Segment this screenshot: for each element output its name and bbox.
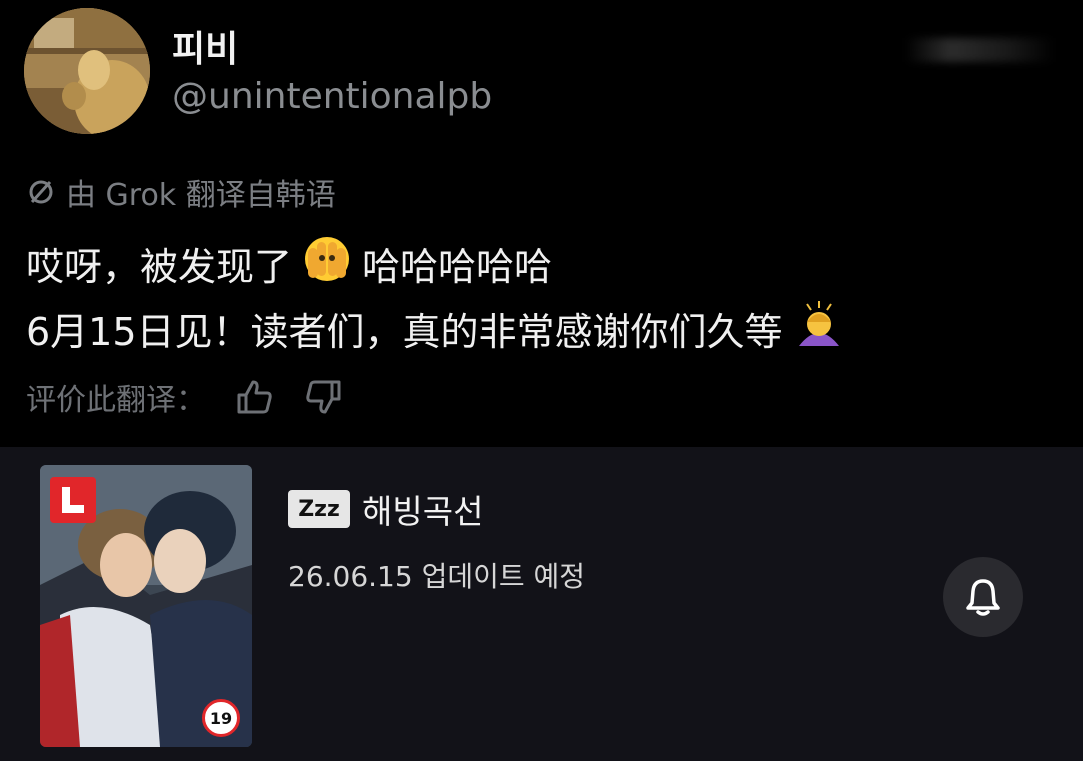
- comic-cover-image[interactable]: 19: [40, 465, 252, 747]
- thumbs-down-button[interactable]: [304, 379, 342, 415]
- thumbs-down-icon: [306, 380, 341, 414]
- person-bowing-emoji-icon: [793, 298, 845, 359]
- webtoon-card[interactable]: 19 Zzz 해빙곡선 26.06.15 업데이트 예정: [0, 447, 1083, 761]
- user-handle[interactable]: @unintentionalpb: [172, 76, 492, 117]
- notify-bell-button[interactable]: [943, 557, 1023, 637]
- translation-notice-text: 由 Grok 翻译自韩语: [66, 178, 336, 213]
- comic-title[interactable]: 해빙곡선: [362, 485, 483, 533]
- rate-translation: 评价此翻译：: [26, 375, 342, 419]
- grok-slash-icon: [29, 180, 53, 204]
- update-date: 26.06.15 업데이트 예정: [288, 560, 586, 593]
- avatar-dog-image: [24, 8, 150, 134]
- tweet: 피비 @unintentionalpb 由 Grok 翻译自韩语 哎呀，被发现了…: [0, 0, 1083, 447]
- bell-icon: [966, 579, 1000, 616]
- translation-notice: 由 Grok 翻译自韩语: [26, 170, 336, 214]
- tweet-text-line-2: 6月15日见！读者们，真的非常感谢你们久等: [26, 298, 855, 359]
- display-name[interactable]: 피비: [172, 20, 238, 72]
- rate-translation-label: 评价此翻译：: [26, 383, 206, 418]
- thumbs-up-icon: [237, 380, 272, 414]
- zzz-badge: Zzz: [288, 490, 350, 528]
- publisher-logo-icon: [50, 477, 96, 523]
- tweet-text-line-1: 哎呀，被发现了 哈哈哈哈哈: [26, 234, 552, 293]
- tweet-text-part: 哈哈哈哈哈: [362, 245, 553, 289]
- peeking-eye-emoji-icon: [302, 234, 352, 293]
- avatar[interactable]: [24, 8, 150, 134]
- blurred-watermark: [905, 38, 1055, 62]
- tweet-text-part: 哎呀，被发现了: [26, 245, 293, 289]
- tweet-text-part: 6月15日见！读者们，真的非常感谢你们久等: [26, 310, 783, 354]
- age-rating-badge: 19: [202, 699, 240, 737]
- thumbs-up-button[interactable]: [236, 379, 274, 415]
